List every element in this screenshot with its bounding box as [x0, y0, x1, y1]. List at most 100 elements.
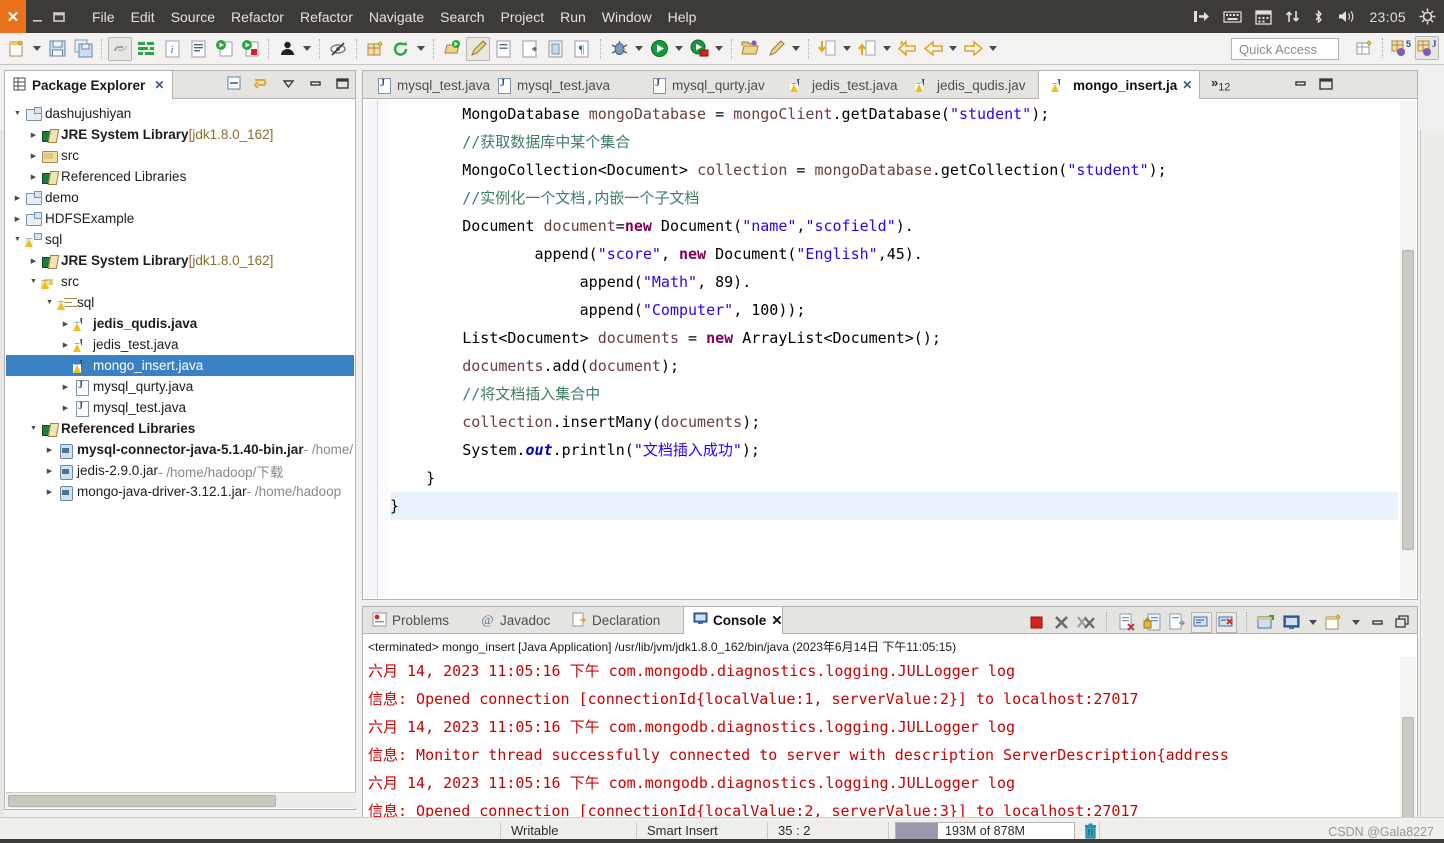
link-with-editor-icon[interactable] [252, 74, 270, 92]
menu-edit[interactable]: Edit [123, 6, 163, 28]
quick-access-input[interactable]: Quick Access [1231, 38, 1339, 60]
menu-help[interactable]: Help [660, 6, 705, 28]
display-console-dropdown-icon[interactable] [1306, 610, 1320, 634]
show-console-on-output-icon[interactable] [1166, 612, 1187, 633]
menu-file[interactable]: File [84, 6, 123, 28]
close-icon[interactable]: ✕ [1182, 78, 1192, 92]
person-dropdown[interactable] [300, 37, 314, 61]
new-perspective-button[interactable] [1352, 36, 1376, 60]
tree-row[interactable]: demo [6, 187, 354, 208]
tree-row-selected[interactable]: mongo_insert.java [6, 355, 354, 376]
save-button[interactable] [45, 37, 69, 61]
run-external-dropdown[interactable] [712, 37, 726, 61]
menu-run[interactable]: Run [552, 6, 594, 28]
run-dropdown[interactable] [672, 37, 686, 61]
open-task-button[interactable] [186, 37, 210, 61]
clock[interactable]: 23:05 [1369, 9, 1406, 25]
menu-source[interactable]: Source [163, 6, 223, 28]
editor-vscrollbar[interactable] [1400, 100, 1416, 598]
menu-navigate[interactable]: Navigate [361, 6, 432, 28]
tree-expand-arrow[interactable] [44, 446, 55, 454]
toggle-mark-occurrences-button[interactable] [108, 36, 132, 61]
tree-expand-arrow[interactable] [28, 131, 39, 139]
menu-project[interactable]: Project [493, 6, 553, 28]
previous-annotation-button[interactable] [855, 37, 879, 61]
trash-icon[interactable] [1081, 822, 1099, 840]
back-dropdown[interactable] [946, 37, 960, 61]
editor-tab[interactable]: jedis_test.java [778, 71, 903, 99]
open-resource-2-button[interactable] [544, 37, 568, 61]
tree-row[interactable]: JRE System Library [jdk1.8.0_162] [6, 124, 354, 145]
tree-row[interactable]: mysql-connector-java-5.1.40-bin.jar - /h… [6, 439, 354, 460]
tree-expand-arrow[interactable] [44, 299, 55, 306]
window-minimize-button[interactable] [26, 0, 48, 33]
new-wizard-dropdown[interactable] [30, 37, 44, 61]
tree-expand-arrow[interactable] [12, 110, 23, 117]
terminate-icon[interactable] [1026, 612, 1047, 633]
tree-expand-arrow[interactable] [28, 173, 39, 181]
next-annotation-button[interactable] [815, 37, 839, 61]
clear-console-icon[interactable] [1116, 612, 1137, 633]
console-vscrollbar[interactable] [1400, 657, 1416, 843]
tree-expand-arrow[interactable] [28, 257, 39, 265]
perspective-java-button[interactable]: J [1415, 36, 1439, 60]
console-tab-javadoc[interactable]: @ Javadoc [471, 607, 563, 634]
display-selected-console-icon[interactable] [1216, 611, 1237, 633]
toggle-whitespace-button[interactable]: ¶ [570, 37, 594, 61]
system-settings-icon[interactable] [1419, 8, 1436, 25]
highlight-button[interactable] [764, 37, 788, 61]
forward-dropdown[interactable] [986, 37, 1000, 61]
collapse-all-icon[interactable] [225, 74, 243, 92]
tree-expand-arrow[interactable] [28, 425, 39, 432]
calendar-icon[interactable] [1255, 9, 1273, 25]
console-output[interactable]: 六月 14, 2023 11:05:16 下午 com.mongodb.diag… [364, 657, 1399, 843]
save-all-button[interactable] [71, 37, 95, 61]
run-button[interactable] [647, 37, 671, 61]
minimize-icon[interactable] [1367, 612, 1388, 633]
tree-row[interactable]: mysql_test.java [6, 397, 354, 418]
tree-row[interactable]: src [6, 145, 354, 166]
tree-expand-arrow[interactable] [60, 341, 71, 349]
tree-row[interactable]: jedis_test.java [6, 334, 354, 355]
editor-code-area[interactable]: MongoDatabase mongoDatabase = mongoClien… [364, 100, 1416, 598]
tree-expand-arrow[interactable] [44, 467, 55, 475]
display-console-icon[interactable] [1281, 612, 1302, 633]
editor-tab-overflow[interactable]: »12 [1211, 75, 1230, 94]
tree-expand-arrow[interactable] [60, 404, 71, 412]
minimize-icon[interactable] [306, 74, 324, 92]
tree-row[interactable]: sql [6, 229, 354, 250]
input-method-icon[interactable] [1193, 9, 1210, 24]
open-folder-button[interactable] [738, 37, 762, 61]
external-tools-run-button[interactable] [440, 37, 464, 61]
minimize-icon[interactable] [1293, 76, 1308, 94]
menu-refactor[interactable]: Refactor [223, 6, 292, 28]
remove-all-launches-icon[interactable] [1076, 612, 1097, 633]
editor-tab[interactable]: mysql_test.java [363, 71, 490, 99]
network-updown-icon[interactable] [1285, 9, 1300, 24]
tree-row[interactable]: Referenced Libraries [6, 166, 354, 187]
heap-status-indicator[interactable]: 193M of 878M [895, 821, 1075, 840]
new-wizard-button[interactable] [5, 37, 29, 61]
maximize-icon[interactable] [333, 74, 351, 92]
tree-expand-arrow[interactable] [60, 383, 71, 391]
volume-icon[interactable] [1337, 9, 1356, 24]
person-button[interactable] [275, 37, 299, 61]
run-last-ee-button[interactable] [238, 37, 262, 61]
editor-tab[interactable]: mysql_test.java [483, 71, 638, 99]
editor-folding-column[interactable] [378, 100, 388, 598]
package-explorer-hscrollbar[interactable] [6, 792, 356, 808]
debug-button[interactable] [607, 37, 631, 61]
debug-dropdown[interactable] [632, 37, 646, 61]
console-tab-console[interactable]: Console ✕ [683, 607, 783, 634]
tree-row[interactable]: HDFSExample [6, 208, 354, 229]
tree-expand-arrow[interactable] [12, 215, 23, 223]
menu-search[interactable]: Search [432, 6, 492, 28]
info-button[interactable]: i [160, 37, 184, 61]
keyboard-icon[interactable] [1223, 9, 1243, 24]
close-icon[interactable]: ✕ [154, 78, 164, 92]
tab-package-explorer[interactable]: Package Explorer ✕ [5, 71, 174, 99]
perspective-java-ee-button[interactable]: 5 [1389, 36, 1413, 60]
editor-tab[interactable]: mysql_qurty.jav [638, 71, 778, 99]
last-edit-location-button[interactable] [895, 37, 919, 61]
tree-expand-arrow[interactable] [12, 236, 23, 243]
